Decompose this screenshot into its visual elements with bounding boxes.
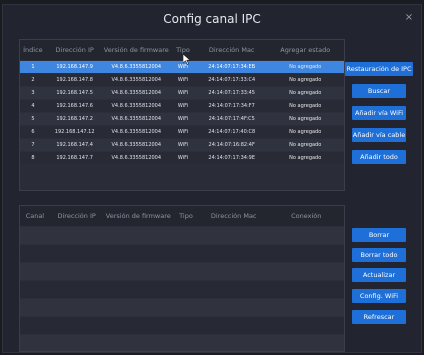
delete-all-button[interactable]: Borrar todo: [352, 248, 406, 262]
cell-mac: 24:14:07:17:34:F7: [208, 103, 255, 109]
cell-type: WiFi: [177, 103, 189, 109]
cell-firmware: V4.8.6.3355812004: [111, 64, 162, 70]
cell-mac: 24:14:07:17:4F:C5: [208, 116, 255, 122]
cell-ip: 192.168.147.12: [54, 129, 95, 135]
cell-add-status: No agregado: [289, 129, 322, 135]
empty-table-row[interactable]: [20, 226, 344, 244]
cell-type: WiFi: [177, 90, 189, 96]
column-header-ip: Dirección IP: [57, 212, 96, 220]
cell-mac: 24:14:07:17:40:C8: [208, 129, 256, 135]
table-row[interactable]: 1 192.168.147.9 V4.8.6.3355812004 WiFi 24:14…: [20, 60, 344, 73]
dialog-title: Config canal IPC: [163, 12, 261, 26]
add-via-cable-button[interactable]: Añadir vía cable: [352, 128, 406, 142]
cell-mac: 24:14:07:17:33:C4: [208, 77, 256, 83]
cell-add-status: No agregado: [289, 142, 322, 148]
column-header-connection: Conexión: [291, 212, 322, 220]
wifi-config-button[interactable]: Config. WiFi: [352, 289, 406, 303]
add-via-wifi-button[interactable]: Añadir vía WiFi: [352, 106, 406, 120]
cell-add-status: No agregado: [289, 103, 322, 109]
column-header-index: Índice: [23, 46, 43, 54]
cell-type: WiFi: [177, 155, 189, 161]
cell-index: 8: [31, 155, 35, 161]
cell-type: WiFi: [177, 129, 189, 135]
table-row[interactable]: 3 192.168.147.5 V4.8.6.3355812004 WiFi 24:14…: [20, 86, 344, 99]
table-row[interactable]: 6 192.168.147.12 V4.8.6.3355812004 WiFi 24:1…: [20, 125, 344, 138]
cell-ip: 192.168.147.2: [56, 116, 93, 122]
cell-add-status: No agregado: [289, 116, 322, 122]
cell-ip: 192.168.147.5: [56, 90, 93, 96]
cell-firmware: V4.8.6.3355812004: [111, 142, 162, 148]
table-row[interactable]: 2 192.168.147.8 V4.8.6.3355812004 WiFi 24:14…: [20, 73, 344, 86]
cell-add-status: No agregado: [289, 77, 322, 83]
add-all-button[interactable]: Añadir todo: [352, 150, 406, 164]
cell-index: 2: [31, 77, 35, 83]
column-header-firmware: Versión de firmware: [103, 46, 169, 54]
cell-ip: 192.168.147.9: [56, 64, 93, 70]
cell-index: 1: [31, 64, 35, 70]
cell-type: WiFi: [177, 77, 189, 83]
ipc-channel-config-dialog: Config canal IPC × Índice Dirección IP V…: [2, 4, 422, 353]
column-header-add-status: Agregar estado: [280, 46, 331, 54]
column-header-channel: Canal: [25, 212, 45, 220]
column-header-type: Tipo: [176, 46, 190, 54]
cell-ip: 192.168.147.4: [56, 142, 93, 148]
cell-firmware: V4.8.6.3355812004: [111, 77, 162, 83]
column-header-ip: Dirección IP: [55, 46, 94, 54]
delete-button[interactable]: Borrar: [352, 228, 406, 242]
search-button[interactable]: Buscar: [352, 84, 406, 98]
column-header-type: Tipo: [179, 212, 193, 220]
empty-table-row[interactable]: [20, 298, 344, 316]
column-header-mac: Dirección Mac: [210, 212, 257, 220]
cell-ip: 192.168.147.8: [56, 77, 93, 83]
empty-table-row[interactable]: [20, 244, 344, 262]
empty-table-row[interactable]: [20, 334, 344, 351]
cell-ip: 192.168.147.6: [56, 103, 93, 109]
refresh-button[interactable]: Refrescar: [352, 310, 406, 324]
cell-type: WiFi: [177, 116, 189, 122]
cell-mac: 24:14:07:16:82:4F: [208, 142, 255, 148]
cell-mac: 24:14:07:17:34:EB: [208, 64, 256, 70]
empty-table-row[interactable]: [20, 316, 344, 334]
empty-table-row[interactable]: [20, 280, 344, 298]
added-channels-table: Canal Dirección IP Versión de firmware T…: [19, 205, 345, 352]
table-row[interactable]: 5 192.168.147.2 V4.8.6.3355812004 WiFi 24:14…: [20, 112, 344, 125]
cell-mac: 24:14:07:17:33:45: [208, 90, 255, 96]
table-row[interactable]: 4 192.168.147.6 V4.8.6.3355812004 WiFi 24:14…: [20, 99, 344, 112]
cell-firmware: V4.8.6.3355812004: [111, 103, 162, 109]
cell-firmware: V4.8.6.3355812004: [111, 155, 162, 161]
table-header: Índice Dirección IP Versión de firmware …: [20, 40, 344, 60]
cell-firmware: V4.8.6.3355812004: [111, 90, 162, 96]
cell-firmware: V4.8.6.3355812004: [111, 129, 162, 135]
cell-add-status: No agregado: [289, 90, 322, 96]
cell-index: 3: [31, 90, 35, 96]
table-header: Canal Dirección IP Versión de firmware T…: [20, 206, 344, 226]
close-icon[interactable]: ×: [403, 12, 415, 24]
empty-table-row[interactable]: [20, 262, 344, 280]
cell-add-status: No agregado: [289, 64, 322, 70]
cell-index: 4: [31, 103, 35, 109]
table-row[interactable]: 8 192.168.147.7 V4.8.6.3355812004 WiFi 24:14…: [20, 151, 344, 164]
cell-index: 7: [31, 142, 35, 148]
cell-index: 6: [31, 129, 35, 135]
discovered-devices-table: Índice Dirección IP Versión de firmware …: [19, 39, 345, 191]
column-header-firmware: Versión de firmware: [105, 212, 171, 220]
cell-mac: 24:14:07:17:34:9E: [208, 155, 255, 161]
cell-type: WiFi: [177, 142, 189, 148]
update-button[interactable]: Actualizar: [352, 268, 406, 282]
restore-ipc-button[interactable]: Restauración de IPC: [345, 62, 413, 76]
mouse-cursor-icon: [182, 53, 192, 67]
cell-index: 5: [31, 116, 35, 122]
cell-add-status: No agregado: [289, 155, 322, 161]
column-header-mac: Dirección Mac: [208, 46, 255, 54]
table-row[interactable]: 7 192.168.147.4 V4.8.6.3355812004 WiFi 24:14…: [20, 138, 344, 151]
cell-firmware: V4.8.6.3355812004: [111, 116, 162, 122]
cell-ip: 192.168.147.7: [56, 155, 93, 161]
